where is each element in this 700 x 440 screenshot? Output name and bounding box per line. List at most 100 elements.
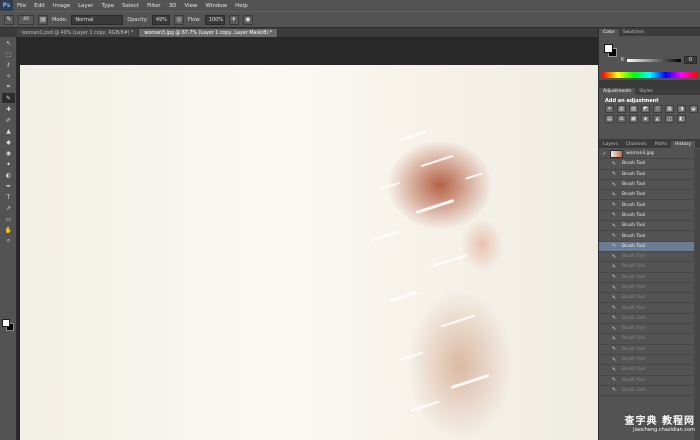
history-source-checkbox[interactable] — [601, 356, 608, 364]
history-state-row[interactable]: ✎ Brush Tool — [599, 386, 695, 397]
airbrush-icon[interactable]: ✈ — [228, 14, 239, 25]
history-state-row[interactable]: ✎ Brush Tool — [599, 262, 695, 273]
menu-image[interactable]: Image — [49, 3, 74, 9]
adjustment-6-icon[interactable]: ◑ — [677, 105, 686, 113]
history-state-row[interactable]: ✎ Brush Tool — [599, 324, 695, 335]
doc-tab-woman1[interactable]: woman1.psd @ 49% (Layer 1 copy, RGB/8#) … — [17, 29, 140, 37]
history-source-checkbox[interactable] — [601, 386, 608, 394]
history-state-row[interactable]: ✎ Brush Tool — [599, 211, 695, 222]
adjustment-8-icon[interactable]: ▤ — [605, 115, 614, 123]
history-source-checkbox[interactable] — [601, 211, 608, 219]
adjustment-11-icon[interactable]: ◈ — [641, 115, 650, 123]
tool-0-icon[interactable]: ↖ — [2, 38, 15, 48]
history-source-checkbox[interactable] — [601, 170, 608, 178]
history-source-checkbox[interactable] — [601, 294, 608, 302]
tool-8-icon[interactable]: ▲ — [2, 126, 15, 136]
history-state-row[interactable]: ✎ Brush Tool — [599, 334, 695, 345]
history-state-row[interactable]: ✎ Brush Tool — [599, 303, 695, 314]
tool-7-icon[interactable]: ✐ — [2, 115, 15, 125]
menu-file[interactable]: File — [13, 3, 30, 9]
pressure-opacity-icon[interactable]: ◎ — [173, 14, 184, 25]
history-source-checkbox[interactable] — [601, 181, 608, 189]
history-source-checkbox[interactable] — [601, 242, 608, 250]
menu-layer[interactable]: Layer — [74, 3, 97, 9]
tool-11-icon[interactable]: ✦ — [2, 159, 15, 169]
tool-17-icon[interactable]: ✋ — [2, 225, 15, 235]
history-state-row[interactable]: ✎ Brush Tool — [599, 252, 695, 263]
history-state-row[interactable]: ✎ Brush Tool — [599, 355, 695, 366]
adjustment-0-icon[interactable]: ☀ — [605, 105, 614, 113]
adjustment-5-icon[interactable]: ▦ — [665, 105, 674, 113]
color-fg-swatch[interactable] — [604, 44, 613, 53]
history-state-row[interactable]: ✎ Brush Tool — [599, 283, 695, 294]
tab-adjustments[interactable]: Adjustments — [599, 88, 636, 95]
history-source-checkbox[interactable] — [601, 345, 608, 353]
brush-size-picker[interactable]: 40 — [18, 14, 34, 25]
menu-3d[interactable]: 3D — [165, 3, 181, 9]
history-source-checkbox[interactable] — [601, 273, 608, 281]
tool-16-icon[interactable]: ▭ — [2, 214, 15, 224]
tool-10-icon[interactable]: ◉ — [2, 148, 15, 158]
tool-4-icon[interactable]: ⌗ — [2, 82, 15, 92]
adjustment-1-icon[interactable]: ▥ — [617, 105, 626, 113]
doc-tab-woman3[interactable]: woman3.jpg @ 67.7% (Layer 1 copy, Layer … — [139, 29, 279, 37]
tool-14-icon[interactable]: T — [2, 192, 15, 202]
tab-layers[interactable]: Layers — [599, 141, 622, 148]
tool-13-icon[interactable]: ✒ — [2, 181, 15, 191]
menu-view[interactable]: View — [180, 3, 201, 9]
history-state-row[interactable]: ✎ Brush Tool — [599, 159, 695, 170]
history-state-row[interactable]: ✎ Brush Tool — [599, 170, 695, 180]
canvas-area[interactable] — [17, 37, 598, 440]
history-source-checkbox[interactable] — [601, 366, 608, 374]
mode-dropdown[interactable]: Normal — [71, 14, 124, 25]
tool-3-icon[interactable]: ✧ — [2, 71, 15, 81]
history-state-row[interactable]: ✎ Brush Tool — [599, 221, 695, 232]
adjustment-4-icon[interactable]: ▽ — [653, 105, 662, 113]
menu-window[interactable]: Window — [201, 3, 231, 9]
menu-select[interactable]: Select — [118, 3, 143, 9]
tool-1-icon[interactable]: ⬚ — [2, 49, 15, 59]
tool-18-icon[interactable]: ⌕ — [2, 236, 15, 246]
history-source-checkbox[interactable] — [601, 263, 608, 271]
history-state-row[interactable]: ✎ Brush Tool — [599, 365, 695, 376]
tool-5-icon[interactable]: ✎ — [2, 93, 15, 103]
history-source-checkbox[interactable] — [601, 191, 608, 199]
history-source-checkbox[interactable] — [601, 304, 608, 312]
tool-9-icon[interactable]: ◆ — [2, 137, 15, 147]
history-state-row[interactable]: ✎ Brush Tool — [599, 231, 695, 242]
tab-paths[interactable]: Paths — [651, 141, 671, 148]
adjustment-3-icon[interactable]: ◩ — [641, 105, 650, 113]
history-state-row[interactable]: ✎ Brush Tool — [599, 200, 695, 211]
history-source-checkbox[interactable] — [601, 160, 608, 168]
menu-filter[interactable]: Filter — [143, 3, 165, 9]
history-state-row[interactable]: ✎ Brush Tool — [599, 190, 695, 201]
history-source-checkbox[interactable] — [601, 201, 608, 209]
tool-6-icon[interactable]: ✚ — [2, 104, 15, 114]
brush-panel-toggle-icon[interactable]: ▤ — [38, 14, 48, 25]
history-state-row[interactable]: ✎ Brush Tool — [599, 345, 695, 355]
history-snapshot[interactable]: ✓ woman3.jpg — [599, 149, 695, 160]
opacity-field[interactable]: 49% — [151, 14, 170, 25]
history-scrollbar[interactable] — [694, 149, 700, 440]
adjustment-2-icon[interactable]: ▨ — [629, 105, 638, 113]
brush-preset-icon[interactable]: ✎ — [4, 14, 14, 25]
tool-2-icon[interactable]: ℓ — [2, 60, 15, 70]
history-source-checkbox[interactable] — [601, 253, 608, 261]
tool-12-icon[interactable]: ◐ — [2, 170, 15, 180]
menu-type[interactable]: Type — [97, 3, 118, 9]
history-source-checkbox[interactable] — [601, 284, 608, 292]
pressure-size-icon[interactable]: ◉ — [242, 14, 253, 25]
menu-help[interactable]: Help — [231, 3, 252, 9]
history-state-row[interactable]: ✎ Brush Tool — [599, 376, 695, 386]
tab-history[interactable]: History — [670, 141, 695, 148]
history-source-checkbox[interactable] — [601, 222, 608, 230]
history-state-row[interactable]: ✎ Brush Tool — [599, 314, 695, 325]
color-spectrum[interactable] — [602, 72, 697, 78]
history-state-row[interactable]: ✎ Brush Tool — [599, 241, 695, 252]
flow-field[interactable]: 100% — [204, 14, 225, 25]
tab-swatches[interactable]: Swatches — [619, 29, 649, 36]
menu-edit[interactable]: Edit — [30, 3, 49, 9]
history-state-row[interactable]: ✎ Brush Tool — [599, 293, 695, 304]
history-source-checkbox[interactable] — [601, 314, 608, 322]
channel-slider[interactable] — [627, 59, 681, 62]
